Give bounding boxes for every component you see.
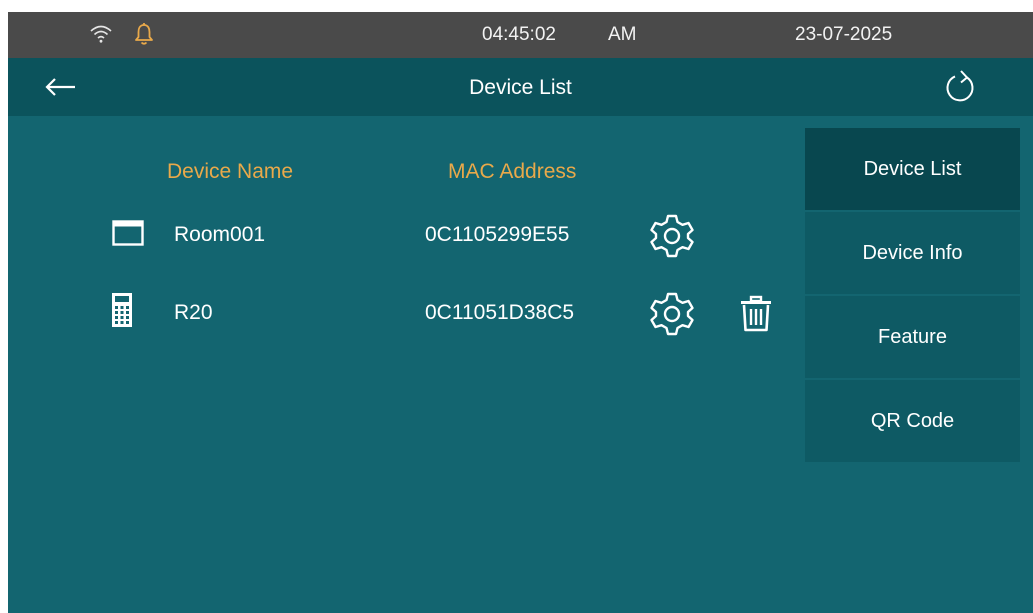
device-name: R20 xyxy=(174,301,213,324)
bell-icon xyxy=(135,23,153,45)
table-row: Room001 0C1105299E55 xyxy=(8,206,798,266)
side-menu: Device List Device Info Feature QR Code xyxy=(805,128,1020,464)
refresh-icon[interactable] xyxy=(942,68,980,106)
status-date: 23-07-2025 xyxy=(795,24,893,45)
status-ampm: AM xyxy=(608,24,637,45)
menu-item-device-list[interactable]: Device List xyxy=(805,128,1020,210)
settings-gear-icon[interactable] xyxy=(648,212,696,260)
column-header-mac-address: MAC Address xyxy=(448,160,577,183)
settings-gear-icon[interactable] xyxy=(648,290,696,338)
title-bar: Device List xyxy=(8,58,1033,116)
page-title: Device List xyxy=(469,76,572,99)
column-header-device-name: Device Name xyxy=(167,160,294,183)
menu-item-feature[interactable]: Feature xyxy=(805,296,1020,378)
menu-item-label: Device Info xyxy=(862,241,963,264)
wifi-icon xyxy=(90,25,112,43)
status-time: 04:45:02 xyxy=(482,24,556,45)
door-phone-icon xyxy=(112,293,132,327)
delete-trash-icon[interactable] xyxy=(739,295,773,333)
menu-item-label: Feature xyxy=(878,325,947,348)
device-name: Room001 xyxy=(174,223,266,246)
menu-item-device-info[interactable]: Device Info xyxy=(805,212,1020,294)
device-mac: 0C11051D38C5 xyxy=(425,301,575,324)
table-row: R20 0C11051D38C5 xyxy=(8,284,798,344)
device-screen: 04:45:02 AM 23-07-2025 Device List Devic… xyxy=(8,12,1033,613)
menu-item-label: Device List xyxy=(863,157,962,180)
menu-item-label: QR Code xyxy=(870,409,955,432)
status-bar: 04:45:02 AM 23-07-2025 xyxy=(8,12,1033,58)
menu-item-qr-code[interactable]: QR Code xyxy=(805,380,1020,462)
indoor-monitor-icon xyxy=(112,220,144,246)
device-mac: 0C1105299E55 xyxy=(425,223,570,246)
